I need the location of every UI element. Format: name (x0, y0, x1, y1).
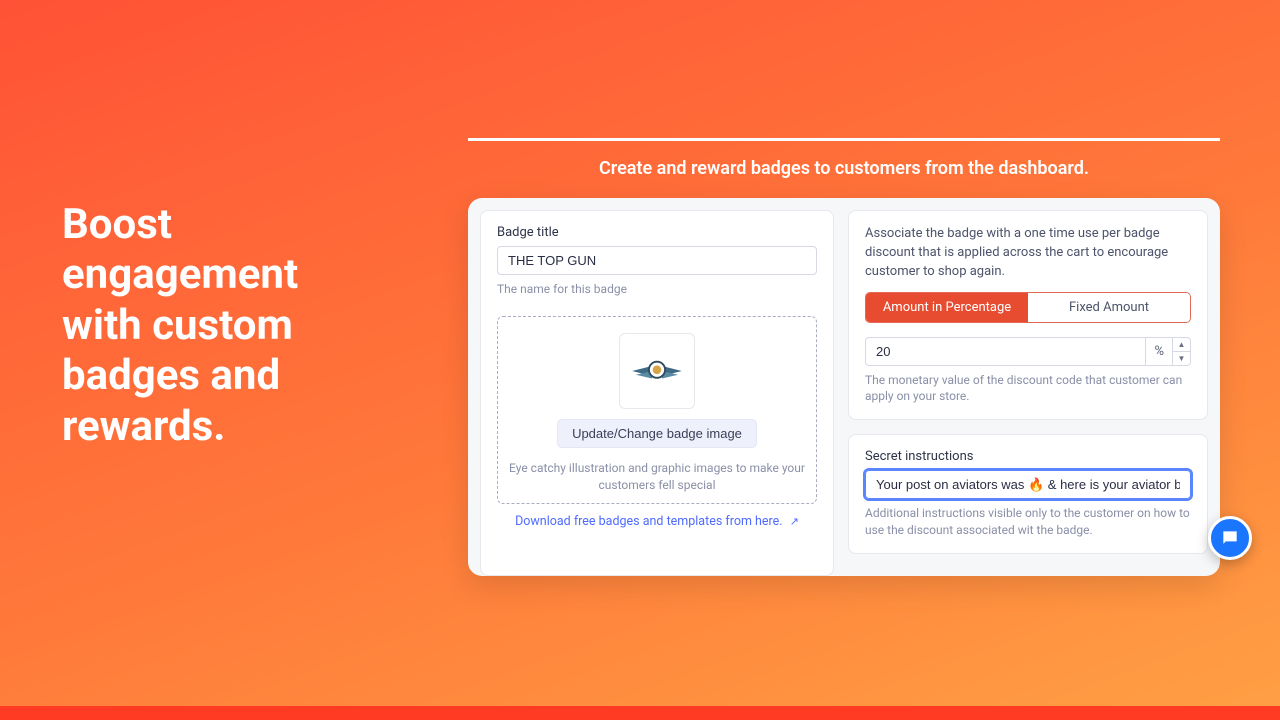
right-column: Associate the badge with a one time use … (848, 210, 1208, 576)
discount-type-segmented: Amount in Percentage Fixed Amount (865, 292, 1191, 323)
chat-launcher-button[interactable] (1208, 516, 1252, 560)
headline: Boost engagement with custom badges and … (62, 200, 298, 452)
associate-text: Associate the badge with a one time use … (865, 225, 1191, 282)
wings-icon (626, 351, 688, 391)
discount-card: Associate the badge with a one time use … (848, 210, 1208, 420)
secret-instructions-card: Secret instructions Additional instructi… (848, 434, 1208, 554)
badge-title-input[interactable] (497, 246, 817, 275)
badge-title-card: Badge title The name for this badge Upda… (480, 210, 834, 576)
badge-image-preview (619, 333, 695, 409)
discount-amount-input[interactable] (865, 337, 1146, 366)
chat-icon (1220, 528, 1240, 548)
divider (468, 138, 1220, 141)
update-badge-image-button[interactable]: Update/Change badge image (557, 419, 757, 448)
stepper-down[interactable]: ▼ (1173, 352, 1190, 365)
badge-title-helper: The name for this badge (497, 281, 817, 298)
dashboard-panel: Badge title The name for this badge Upda… (468, 198, 1220, 576)
amount-stepper: ▲ ▼ (1173, 337, 1191, 366)
stepper-up[interactable]: ▲ (1173, 338, 1190, 352)
secret-instructions-label: Secret instructions (865, 449, 1191, 464)
discount-amount-row: % ▲ ▼ (865, 337, 1191, 366)
download-templates-text: Download free badges and templates from … (515, 514, 783, 529)
external-link-icon: ↗ (790, 515, 799, 528)
caption: Create and reward badges to customers fr… (468, 158, 1220, 179)
badge-image-dropzone[interactable]: Update/Change badge image Eye catchy ill… (497, 316, 817, 505)
secret-instructions-input[interactable] (865, 470, 1191, 499)
download-templates-link[interactable]: Download free badges and templates from … (497, 514, 817, 529)
page-root: Boost engagement with custom badges and … (0, 0, 1280, 720)
bottom-stripe (0, 706, 1280, 720)
badge-title-label: Badge title (497, 225, 817, 240)
secret-instructions-helper: Additional instructions visible only to … (865, 505, 1191, 539)
badge-image-helper: Eye catchy illustration and graphic imag… (508, 460, 806, 494)
segment-fixed[interactable]: Fixed Amount (1028, 293, 1190, 322)
discount-amount-helper: The monetary value of the discount code … (865, 372, 1191, 406)
discount-unit-label: % (1146, 337, 1173, 366)
segment-percentage[interactable]: Amount in Percentage (866, 293, 1028, 322)
